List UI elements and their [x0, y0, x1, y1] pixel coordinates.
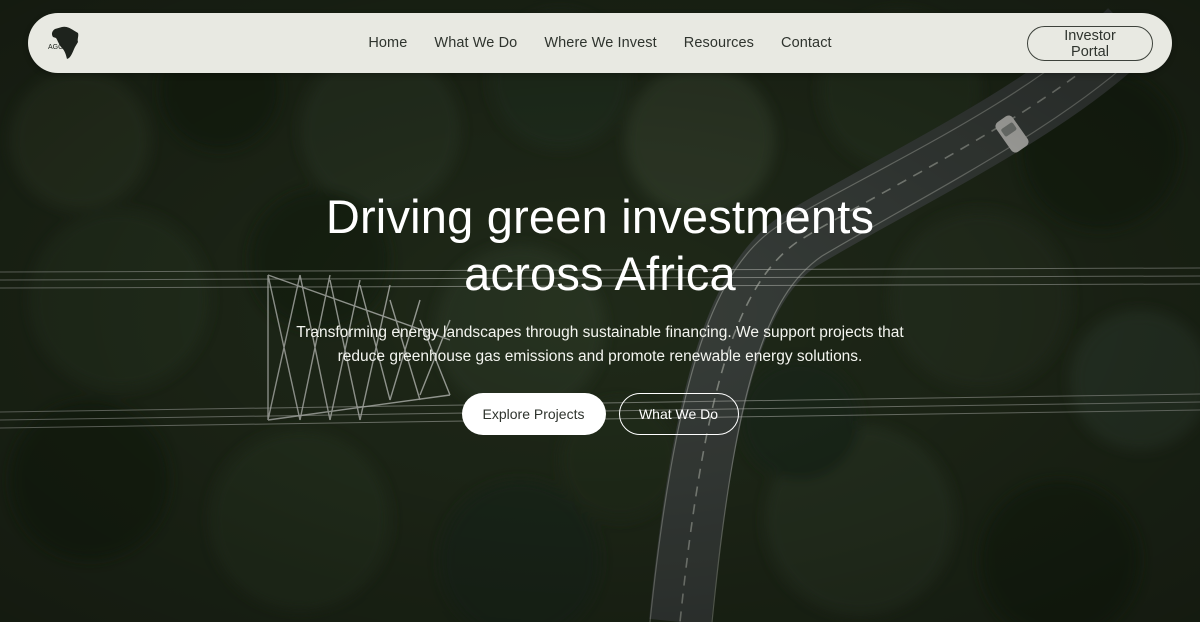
nav-item-resources[interactable]: Resources: [684, 35, 754, 51]
company-logo[interactable]: AGG: [42, 21, 86, 65]
hero-headline-line-2: across Africa: [464, 247, 736, 300]
logo-text: AGG: [48, 44, 64, 51]
hero-subtitle-line-1: Transforming energy landscapes through s…: [296, 324, 904, 341]
hero-subtitle-line-2: reduce greenhouse gas emissions and prom…: [337, 348, 863, 365]
hero-headline: Driving green investments across Africa: [200, 188, 1000, 302]
nav-item-where-we-invest[interactable]: Where We Invest: [544, 35, 656, 51]
nav-item-home[interactable]: Home: [368, 35, 407, 51]
top-navigation-bar: AGG Home What We Do Where We Invest Reso…: [28, 13, 1172, 73]
hero-section: AGG Home What We Do Where We Invest Reso…: [0, 0, 1200, 622]
nav-links: Home What We Do Where We Invest Resource…: [28, 13, 1172, 73]
hero-background-image: [0, 0, 1200, 622]
nav-item-contact[interactable]: Contact: [781, 35, 832, 51]
africa-map-icon: AGG: [48, 26, 79, 59]
hero-subtitle: Transforming energy landscapes through s…: [240, 321, 960, 369]
what-we-do-button[interactable]: What We Do: [618, 393, 739, 435]
explore-projects-button[interactable]: Explore Projects: [461, 393, 606, 435]
nav-item-what-we-do[interactable]: What We Do: [434, 35, 517, 51]
hero-cta-group: Explore Projects What We Do: [0, 393, 1200, 435]
hero-headline-line-1: Driving green investments: [325, 190, 875, 243]
investor-portal-button[interactable]: Investor Portal: [1027, 26, 1153, 61]
